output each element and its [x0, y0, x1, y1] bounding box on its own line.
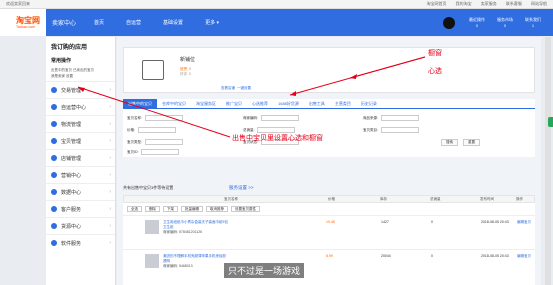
annotation-label: 橱窗 — [428, 50, 442, 57]
arrow-line — [289, 56, 426, 96]
subtitle-caption: 只不过是一场游戏 — [224, 263, 305, 278]
arrow-line — [77, 86, 231, 138]
arrow-head — [78, 87, 85, 92]
annotation-label: 心选 — [428, 68, 442, 75]
annotation-label: 出售中宝贝里设置心选和橱窗 — [232, 135, 323, 142]
